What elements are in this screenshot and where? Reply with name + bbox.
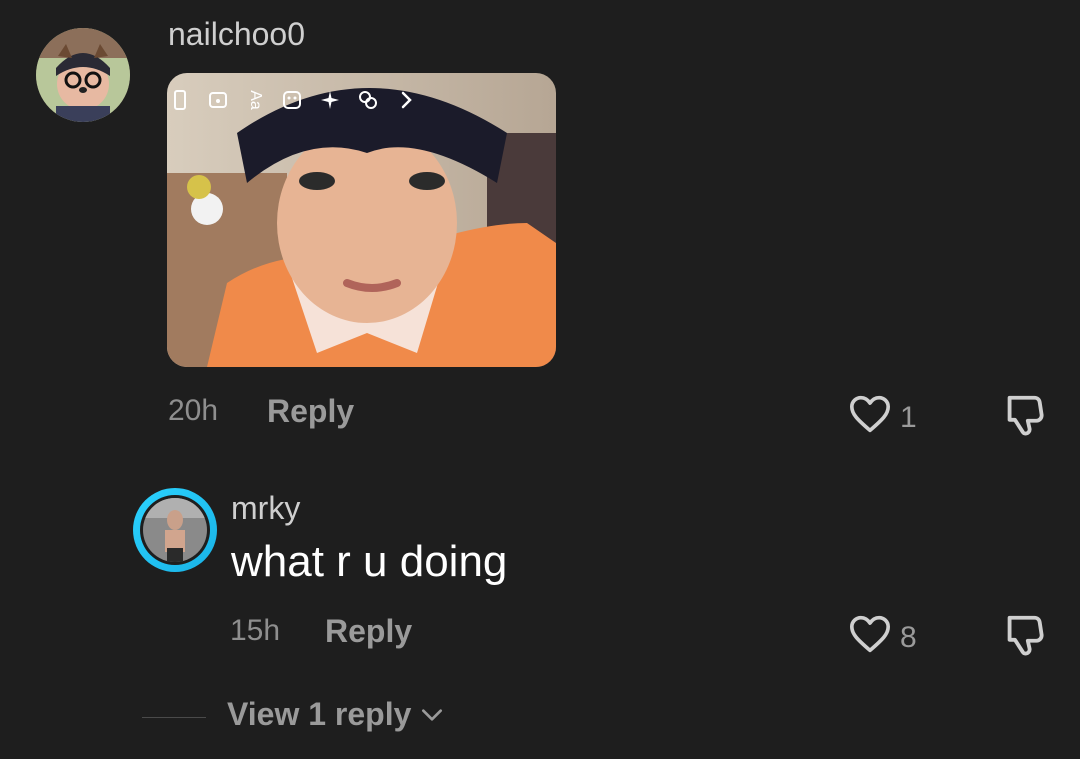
heart-icon	[848, 394, 892, 442]
sticker-icon	[281, 89, 303, 111]
avatar[interactable]	[133, 488, 217, 572]
like-button[interactable]: 1	[848, 394, 917, 442]
phone-icon	[169, 89, 191, 111]
text-tool: Aa	[246, 90, 264, 110]
divider	[142, 717, 206, 718]
chevron-right-icon	[395, 89, 417, 111]
reply-button[interactable]: Reply	[267, 393, 354, 430]
like-button[interactable]: 8	[848, 614, 917, 662]
avatar-ring	[140, 495, 210, 565]
like-count: 8	[900, 621, 917, 654]
comment-photo[interactable]: Aa	[167, 73, 556, 367]
dislike-icon[interactable]	[1000, 392, 1046, 443]
photo-edit-toolbar: Aa	[167, 83, 556, 117]
reply-button[interactable]: Reply	[325, 613, 412, 650]
view-replies-label: View 1 reply	[227, 696, 412, 732]
comment-time: 20h	[168, 394, 219, 427]
comment-text: what r u doing	[231, 537, 508, 586]
sticker-icon	[207, 89, 229, 111]
comment-username[interactable]: mrky	[231, 490, 300, 527]
avatar[interactable]	[36, 28, 130, 122]
like-count: 1	[900, 401, 917, 434]
effects-icon	[357, 89, 379, 111]
comment-time: 15h	[230, 614, 281, 647]
comment-username[interactable]: nailchoo0	[168, 16, 305, 53]
chevron-down-icon	[419, 696, 445, 733]
view-replies-button[interactable]: View 1 reply	[227, 696, 445, 733]
sparkle-icon	[319, 89, 341, 111]
heart-icon	[848, 614, 892, 662]
avatar-photo	[143, 498, 207, 562]
dislike-icon[interactable]	[1000, 612, 1046, 663]
